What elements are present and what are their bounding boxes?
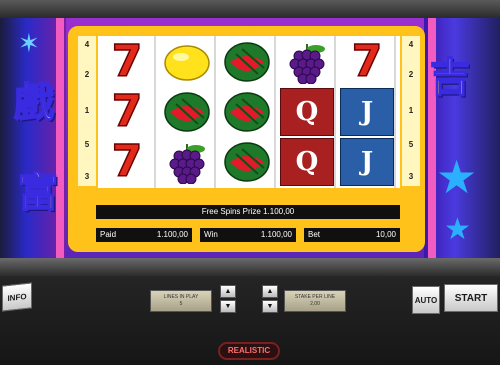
control-panel-edge: [0, 258, 500, 276]
info-button[interactable]: INFO: [2, 282, 32, 312]
reel-window: 777QQ7JJ: [98, 36, 400, 188]
reel-4: QQ: [278, 36, 336, 188]
payline-number: 5: [84, 140, 90, 149]
star-icon: ★: [436, 151, 478, 203]
brand-badge: REALISTIC: [218, 342, 280, 360]
stake-up-button[interactable]: ▲: [262, 285, 278, 298]
win-display: Win 1.100,00: [200, 228, 296, 242]
payline-number: 3: [408, 172, 414, 181]
grapes-icon: [280, 38, 334, 86]
stake-per-line-display: STAKE PER LINE 2,00: [284, 290, 346, 312]
watermelon-icon: [160, 88, 214, 136]
free-spins-prize: Free Spins Prize 1.100,00: [96, 205, 400, 219]
payline-number: 4: [408, 40, 414, 49]
paid-label: Paid: [100, 230, 117, 239]
watermelon-icon: [220, 138, 274, 186]
reel-1: 777: [98, 36, 156, 188]
seven-symbol: 7: [351, 36, 383, 87]
kanji-bottom-left: 富: [17, 168, 59, 217]
start-button[interactable]: START: [444, 284, 498, 312]
star-icon: ★: [444, 213, 471, 246]
lemon-icon: [160, 38, 214, 86]
reel-3: [218, 36, 276, 188]
payline-number: 5: [408, 140, 414, 149]
stake-down-button[interactable]: ▼: [262, 300, 278, 313]
lines-up-button[interactable]: ▲: [220, 285, 236, 298]
payline-number: 3: [84, 172, 90, 181]
payline-number: 1: [408, 106, 414, 115]
stake-label: STAKE PER LINE: [294, 294, 336, 300]
lines-down-button[interactable]: ▼: [220, 300, 236, 313]
bet-value: 10,00: [375, 230, 396, 239]
queen-card-symbol: Q: [280, 138, 334, 186]
bet-label: Bet: [308, 230, 321, 239]
payline-number: 2: [408, 70, 414, 79]
win-label: Win: [204, 230, 218, 239]
paid-value: 1.100,00: [156, 230, 188, 239]
paid-display: Paid 1.100,00: [96, 228, 192, 242]
payline-number: 4: [84, 40, 90, 49]
kanji-top-left: 戲: [13, 78, 55, 127]
cabinet-top: [0, 0, 500, 18]
watermelon-icon: [220, 88, 274, 136]
jack-card-symbol: J: [340, 138, 394, 186]
queen-card-symbol: Q: [280, 88, 334, 136]
lines-in-play-display: LINES IN PLAY 5: [150, 290, 212, 312]
slot-machine: ✶ 戲 富 吉 ★ ★ 4 2 1 5 3 4 2 1 5 3 777QQ7JJ…: [0, 0, 500, 365]
payline-number: 2: [84, 70, 90, 79]
payline-number: 1: [84, 106, 90, 115]
jack-card-symbol: J: [340, 88, 394, 136]
grapes-icon: [160, 138, 214, 186]
seven-symbol: 7: [111, 136, 143, 187]
seven-symbol: 7: [111, 86, 143, 137]
win-value: 1.100,00: [260, 230, 292, 239]
stake-value: 2,00: [310, 301, 320, 307]
payline-indicators-right: 4 2 1 5 3: [402, 36, 420, 186]
reel-2: [158, 36, 216, 188]
payline-indicators-left: 4 2 1 5 3: [78, 36, 96, 186]
seven-symbol: 7: [111, 36, 143, 87]
auto-button[interactable]: AUTO: [412, 286, 440, 314]
bet-display: Bet 10,00: [304, 228, 400, 242]
kanji-right: 吉: [429, 53, 471, 102]
watermelon-icon: [220, 38, 274, 86]
lines-label: LINES IN PLAY: [163, 294, 199, 300]
lines-value: 5: [179, 301, 183, 307]
dragon-emblem-icon: ✶: [18, 28, 40, 58]
reel-5: 7JJ: [338, 36, 396, 188]
